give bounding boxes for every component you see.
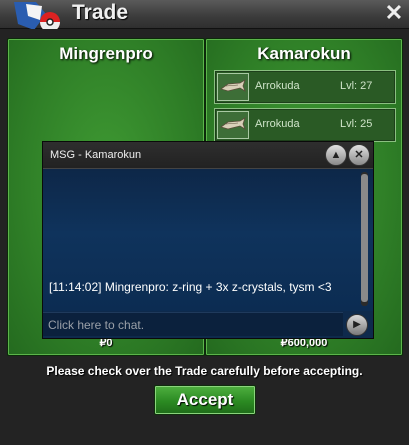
chat-header[interactable]: MSG - Kamarokun ▲ ✕: [43, 142, 373, 169]
chat-input[interactable]: Click here to chat.: [43, 312, 343, 336]
item-name: Arrokuda: [255, 80, 300, 92]
close-icon[interactable]: ✕: [348, 144, 370, 166]
title-bar[interactable]: Trade ✕: [0, 0, 409, 32]
fish-icon: [217, 73, 249, 101]
item-level: Lvl: 25: [340, 118, 373, 130]
left-trader-name: Mingrenpro: [59, 44, 153, 63]
trade-item[interactable]: Arrokuda Lvl: 25: [214, 108, 396, 142]
send-icon[interactable]: ▶: [346, 314, 368, 336]
scroll-thumb[interactable]: [361, 174, 368, 302]
right-trader-name: Kamarokun: [257, 44, 351, 63]
chat-scrollbar[interactable]: [361, 172, 368, 306]
minimize-icon[interactable]: ▲: [325, 144, 347, 166]
trade-item[interactable]: Arrokuda Lvl: 27: [214, 70, 396, 104]
chat-window: MSG - Kamarokun ▲ ✕ [11:14:02] Mingrenpr…: [42, 141, 374, 339]
chat-message: [11:14:02] Mingrenpro: z-ring + 3x z-cry…: [49, 280, 332, 294]
item-name: Arrokuda: [255, 118, 300, 130]
chat-log: [11:14:02] Mingrenpro: z-ring + 3x z-cry…: [43, 169, 373, 311]
trade-window: Trade ✕ Mingrenpro ₽0 Kamarokun Arrokuda…: [0, 0, 409, 445]
window-title: Trade: [72, 1, 129, 24]
accept-button[interactable]: Accept: [154, 385, 256, 415]
trade-notice: Please check over the Trade carefully be…: [46, 364, 363, 378]
chat-title: MSG - Kamarokun: [50, 149, 142, 161]
item-level: Lvl: 27: [340, 80, 373, 92]
close-icon[interactable]: ✕: [383, 2, 405, 24]
fish-icon: [217, 111, 249, 139]
